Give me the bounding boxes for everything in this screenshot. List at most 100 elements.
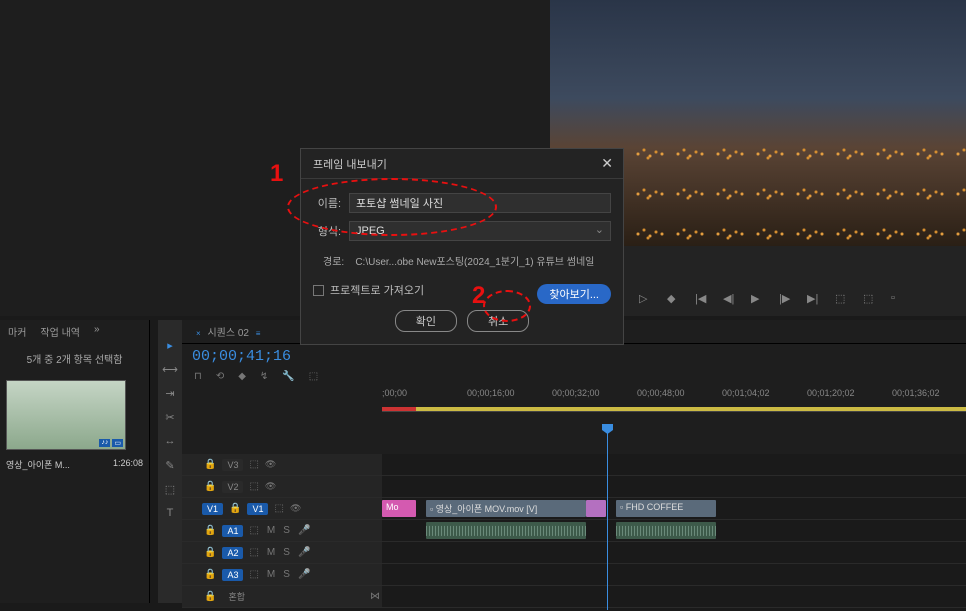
lock-icon[interactable]: 🔒 <box>227 503 243 514</box>
time-tick: 00;00;48;00 <box>637 388 685 398</box>
mark-out-icon[interactable]: ▷ <box>639 292 653 306</box>
toggle-icon[interactable]: ⬚ <box>247 547 260 558</box>
clip-video-2[interactable]: ▫ FHD COFFEE <box>616 500 716 517</box>
tab-more-icon[interactable]: » <box>94 324 100 339</box>
track-v1-label[interactable]: V1 <box>247 503 268 515</box>
sequence-tab[interactable]: × 시퀀스 02 ≡ <box>192 324 264 339</box>
clip-duration: 1:26:08 <box>113 458 143 471</box>
tracks-area: 🔒 V3 ⬚ 👁 🔒 V2 ⬚ 👁 V1 🔒 V1 ⬚ 👁 <box>182 454 966 608</box>
goto-out-icon[interactable]: ▶| <box>807 292 821 306</box>
lock-icon[interactable]: 🔒 <box>202 459 218 470</box>
mute-icon[interactable]: M <box>265 547 277 558</box>
clip-thumbnail[interactable]: ♪♪ ▭ <box>6 380 126 450</box>
track-a3-content[interactable] <box>382 564 966 585</box>
track-a1-content[interactable] <box>382 520 966 541</box>
track-v3-content[interactable] <box>382 454 966 475</box>
marker-icon[interactable]: ◆ <box>236 371 248 382</box>
work-area-bar[interactable] <box>382 407 966 411</box>
lift-icon[interactable]: ⬚ <box>835 292 849 306</box>
dialog-title: 프레임 내보내기 <box>313 156 387 172</box>
lock-icon[interactable]: 🔒 <box>202 569 218 580</box>
slip-tool-icon[interactable]: ↔ <box>163 434 177 448</box>
pen-tool-icon[interactable]: ✎ <box>163 458 177 472</box>
tools-panel: ▸ ⟷ ⇥ ✂ ↔ ✎ ⬚ T <box>158 320 182 603</box>
clip-video-1[interactable]: ▫ 영상_아이폰 MOV.mov [V] <box>426 500 586 517</box>
track-mix-content[interactable] <box>382 586 966 607</box>
lock-icon[interactable]: 🔒 <box>202 525 218 536</box>
import-checkbox-label: 프로젝트로 가져오기 <box>330 282 424 298</box>
mic-icon[interactable]: 🎤 <box>296 569 312 580</box>
mic-icon[interactable]: 🎤 <box>296 547 312 558</box>
source-v1-label[interactable]: V1 <box>202 503 223 515</box>
snap-icon[interactable]: ⊓ <box>192 371 204 382</box>
razor-tool-icon[interactable]: ✂ <box>163 410 177 424</box>
ripple-tool-icon[interactable]: ⇥ <box>163 386 177 400</box>
time-tick: 00;01;20;02 <box>807 388 855 398</box>
path-label: 경로: <box>323 257 344 268</box>
solo-icon[interactable]: S <box>281 547 292 558</box>
add-marker-icon[interactable]: ◆ <box>667 292 681 306</box>
toggle-icon[interactable]: ⬚ <box>247 569 260 580</box>
mute-icon[interactable]: M <box>265 525 277 536</box>
solo-icon[interactable]: S <box>281 525 292 536</box>
tab-history[interactable]: 작업 내역 <box>40 324 80 339</box>
close-sequence-icon[interactable]: ≡ <box>252 329 265 338</box>
expand-icon[interactable]: ⋈ <box>368 591 382 602</box>
lock-icon[interactable]: 🔒 <box>202 591 218 602</box>
wrench-icon[interactable]: 🔧 <box>280 371 296 382</box>
export-frame-icon[interactable]: ▫ <box>891 292 905 306</box>
ok-button[interactable]: 확인 <box>395 310 457 332</box>
annotation-number-1: 1 <box>270 160 283 188</box>
time-tick: 00;00;32;00 <box>552 388 600 398</box>
toggle-icon[interactable]: ⬚ <box>272 503 285 514</box>
eye-icon[interactable]: 👁 <box>290 503 302 514</box>
track-select-tool-icon[interactable]: ⟷ <box>163 362 177 376</box>
playhead[interactable] <box>607 430 608 610</box>
type-tool-icon[interactable]: T <box>163 506 177 520</box>
mic-icon[interactable]: 🎤 <box>296 525 312 536</box>
clip-audio-1[interactable] <box>426 522 586 539</box>
goto-in-icon[interactable]: |◀ <box>695 292 709 306</box>
track-a3-label[interactable]: A3 <box>222 569 243 581</box>
track-a2-content[interactable] <box>382 542 966 563</box>
extract-icon[interactable]: ⬚ <box>863 292 877 306</box>
track-v2-content[interactable] <box>382 476 966 497</box>
close-icon[interactable]: ✕ <box>601 155 613 172</box>
tab-marker[interactable]: 마커 <box>8 324 26 339</box>
timecode-display[interactable]: 00;00;41;16 <box>182 344 966 369</box>
solo-icon[interactable]: S <box>281 569 292 580</box>
eye-icon[interactable]: 👁 <box>265 459 277 470</box>
lock-icon[interactable]: 🔒 <box>202 481 218 492</box>
track-a1-label[interactable]: A1 <box>222 525 243 537</box>
time-tick: 00;01;36;02 <box>892 388 940 398</box>
browse-button[interactable]: 찾아보기... <box>537 284 611 304</box>
timeline-panel: × 시퀀스 02 ≡ 00;00;41;16 ⊓ ⟲ ◆ ↯ 🔧 ⬚ ;00;0… <box>182 320 966 603</box>
clip-transition[interactable] <box>586 500 606 517</box>
mute-icon[interactable]: M <box>265 569 277 580</box>
track-v3-label[interactable]: V3 <box>222 459 243 471</box>
cc-icon[interactable]: ⬚ <box>307 371 320 382</box>
project-panel: 마커 작업 내역 » 5개 중 2개 항목 선택함 ♪♪ ▭ 영상_아이폰 M.… <box>0 320 150 603</box>
selection-tool-icon[interactable]: ▸ <box>163 338 177 352</box>
clip-pink[interactable]: Mo <box>382 500 416 517</box>
lock-icon[interactable]: 🔒 <box>202 547 218 558</box>
play-icon[interactable]: ▶ <box>751 292 765 306</box>
toggle-icon[interactable]: ⬚ <box>247 481 260 492</box>
import-checkbox[interactable] <box>313 285 324 296</box>
track-a2-label[interactable]: A2 <box>222 547 243 559</box>
track-v1-content[interactable]: Mo ▫ 영상_아이폰 MOV.mov [V] ▫ FHD COFFEE <box>382 498 966 519</box>
annotation-ellipse-1 <box>287 178 497 236</box>
track-v2-label[interactable]: V2 <box>222 481 243 493</box>
settings-icon[interactable]: ↯ <box>258 371 270 382</box>
sequence-name: 시퀀스 02 <box>207 328 249 339</box>
track-mix-label[interactable]: 혼합 <box>222 590 251 603</box>
clip-audio-2[interactable] <box>616 522 716 539</box>
toggle-icon[interactable]: ⬚ <box>247 525 260 536</box>
eye-icon[interactable]: 👁 <box>265 481 277 492</box>
time-ruler[interactable]: ;00;00 00;00;16;00 00;00;32;00 00;00;48;… <box>382 388 966 412</box>
hand-tool-icon[interactable]: ⬚ <box>163 482 177 496</box>
step-back-icon[interactable]: ◀| <box>723 292 737 306</box>
link-icon[interactable]: ⟲ <box>214 371 226 382</box>
toggle-icon[interactable]: ⬚ <box>247 459 260 470</box>
step-forward-icon[interactable]: |▶ <box>779 292 793 306</box>
